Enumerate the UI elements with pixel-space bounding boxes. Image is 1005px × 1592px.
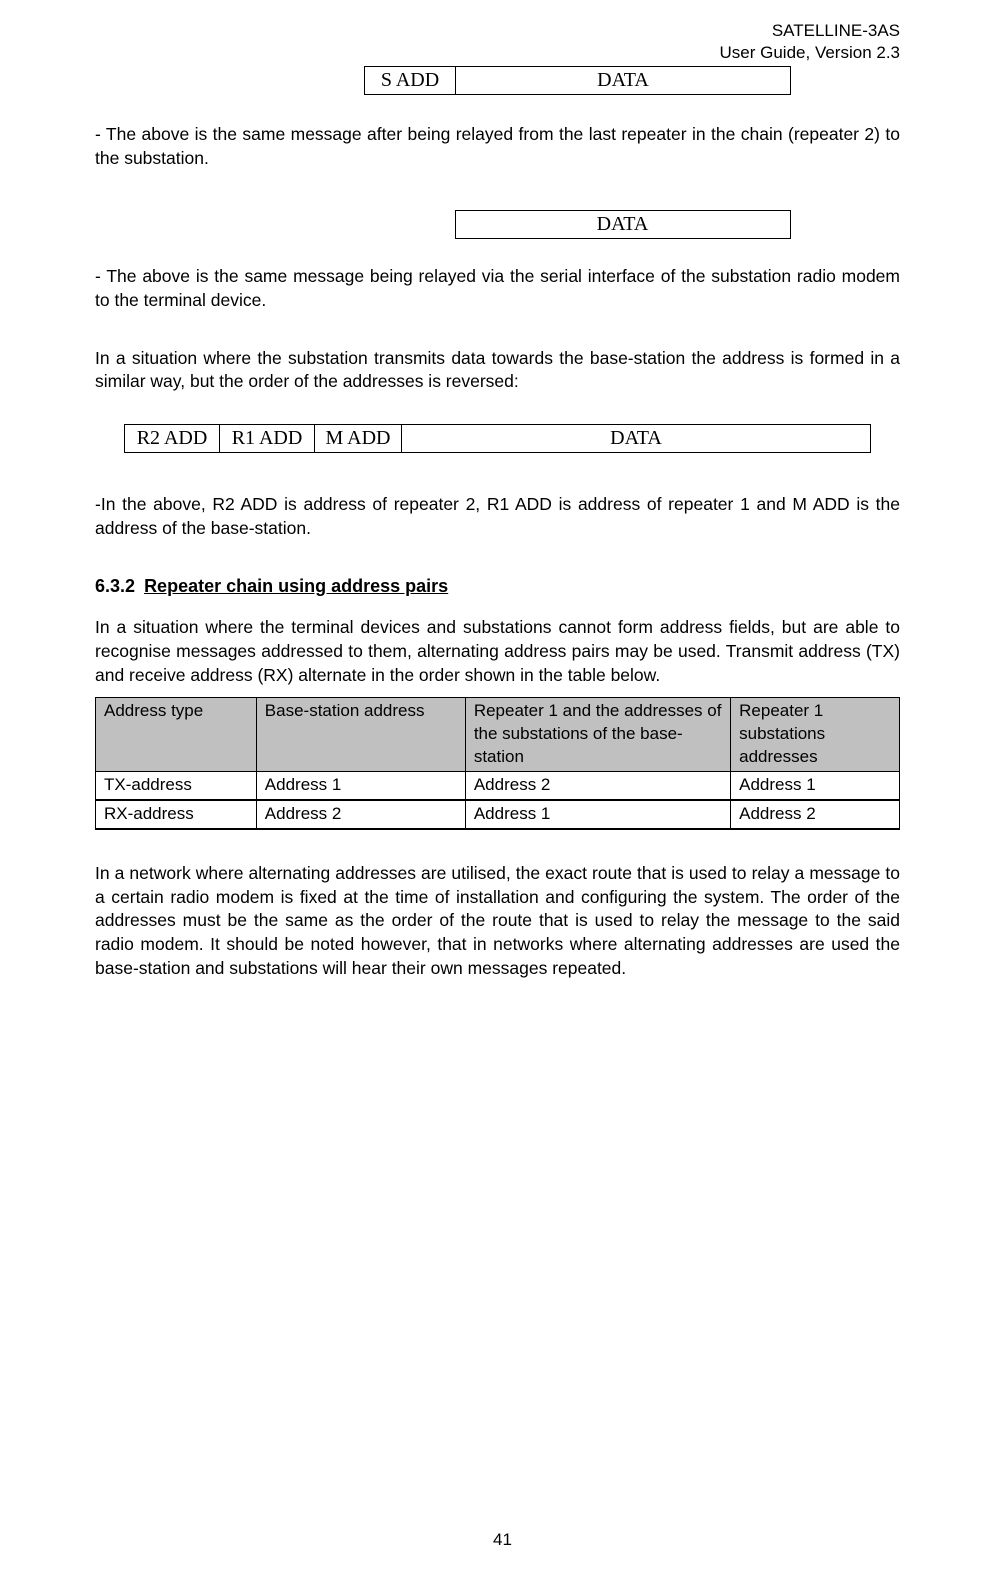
paragraph-5: In a situation where the terminal device… [95,616,900,687]
addr-r1c1: TX-address [96,772,257,800]
message-diagram-2: DATA [345,210,900,239]
table-row: RX-address Address 2 Address 1 Address 2 [96,800,900,829]
page-number: 41 [0,1529,1005,1552]
paragraph-6: In a network where alternating addresses… [95,862,900,980]
header-line1: SATELLINE-3AS [95,20,900,42]
msg3-r2add: R2 ADD [125,424,220,452]
addr-th-2: Base-station address [256,698,465,772]
addr-r1c4: Address 1 [731,772,900,800]
msg3-data: DATA [402,424,871,452]
address-table: Address type Base-station address Repeat… [95,697,900,830]
msg1-sadd: S ADD [365,67,456,95]
message-diagram-3: R2 ADD R1 ADD M ADD DATA [95,424,900,453]
addr-th-1: Address type [96,698,257,772]
addr-th-4: Repeater 1 substations addresses [731,698,900,772]
section-number: 6.3.2 [95,576,135,596]
addr-r2c1: RX-address [96,800,257,829]
addr-r2c4: Address 2 [731,800,900,829]
msg3-madd: M ADD [315,424,402,452]
message-diagram-1: S ADD DATA [255,66,900,95]
table-row: TX-address Address 1 Address 2 Address 1 [96,772,900,800]
section-title: Repeater chain using address pairs [144,576,448,596]
addr-r2c2: Address 2 [256,800,465,829]
paragraph-1: - The above is the same message after be… [95,123,900,170]
addr-th-3: Repeater 1 and the addresses of the subs… [465,698,730,772]
addr-r1c3: Address 2 [465,772,730,800]
page-header: SATELLINE-3AS User Guide, Version 2.3 [95,20,900,64]
addr-r2c3: Address 1 [465,800,730,829]
paragraph-3: In a situation where the substation tran… [95,347,900,394]
section-heading: 6.3.2 Repeater chain using address pairs [95,574,900,598]
paragraph-2: - The above is the same message being re… [95,265,900,312]
header-line2: User Guide, Version 2.3 [95,42,900,64]
msg2-data: DATA [455,211,790,239]
page: SATELLINE-3AS User Guide, Version 2.3 S … [0,0,1005,1592]
msg1-data: DATA [456,67,791,95]
msg3-r1add: R1 ADD [220,424,315,452]
paragraph-4: -In the above, R2 ADD is address of repe… [95,493,900,540]
addr-r1c2: Address 1 [256,772,465,800]
